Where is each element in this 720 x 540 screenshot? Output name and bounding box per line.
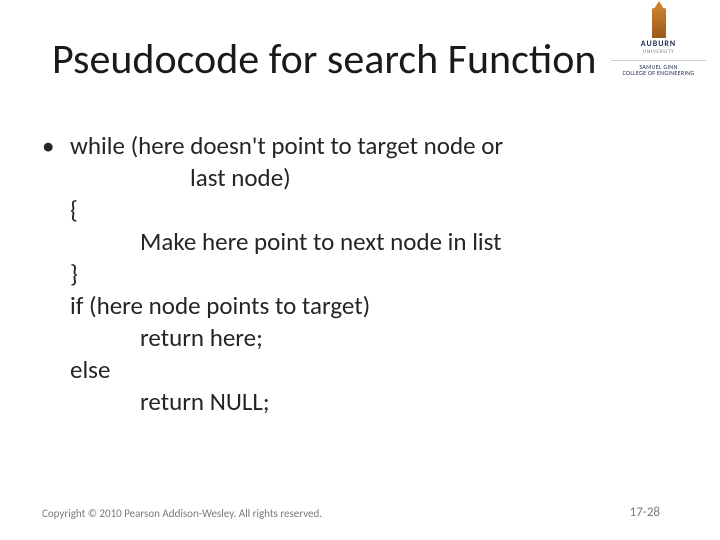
tower-icon: [652, 8, 666, 38]
bullet-marker: •: [38, 130, 70, 418]
code-line: Make here point to next node in list: [70, 226, 680, 258]
code-line: if (here node points to target): [70, 290, 680, 322]
slide-body: • while (here doesn't point to target no…: [38, 130, 680, 418]
footer-copyright: Copyright © 2010 Pearson Addison-Wesley.…: [42, 507, 322, 520]
code-block: while (here doesn't point to target node…: [70, 130, 680, 418]
code-line: return NULL;: [70, 386, 680, 418]
logo-college: SAMUEL GINN COLLEGE OF ENGINEERING: [611, 60, 706, 77]
code-line: last node): [70, 162, 680, 194]
code-line: else: [70, 354, 680, 386]
code-line: while (here doesn't point to target node…: [70, 130, 680, 162]
code-line: {: [70, 194, 680, 226]
auburn-logo: AUBURN UNIVERSITY SAMUEL GINN COLLEGE OF…: [611, 8, 706, 77]
slide-title: Pseudocode for search Function: [52, 34, 596, 85]
code-line: }: [70, 258, 680, 290]
logo-college-line2: COLLEGE OF ENGINEERING: [622, 69, 694, 77]
code-line: return here;: [70, 322, 680, 354]
footer-page-number: 17-28: [630, 505, 660, 520]
logo-sub: UNIVERSITY: [611, 49, 706, 55]
slide: AUBURN UNIVERSITY SAMUEL GINN COLLEGE OF…: [0, 0, 720, 540]
bullet-item: • while (here doesn't point to target no…: [38, 130, 680, 418]
logo-university: AUBURN: [611, 40, 706, 49]
